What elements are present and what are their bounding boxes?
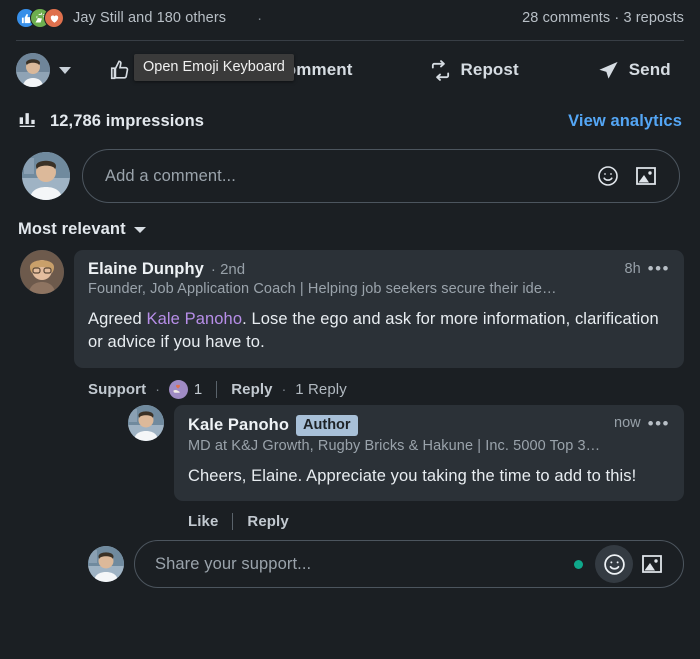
reply-more-options-icon[interactable]: ••• <box>648 415 670 432</box>
support-reaction-icon <box>168 379 188 399</box>
author-badge: Author <box>296 414 358 436</box>
comment-action-divider <box>216 380 218 398</box>
send-button-label: Send <box>628 60 671 79</box>
comment-author-headline: Founder, Job Application Coach | Helping… <box>88 281 557 297</box>
reply-timestamp: now <box>614 415 641 432</box>
send-paper-plane-icon <box>597 59 620 82</box>
comment-item: Elaine Dunphy · 2nd 8h ••• Founder, Job … <box>0 247 700 531</box>
add-comment-box[interactable]: Add a comment... <box>82 149 680 203</box>
impressions-left: 12,786 impressions <box>18 109 204 134</box>
current-user-avatar[interactable] <box>16 53 50 87</box>
comment-text-before: Agreed <box>88 310 147 328</box>
reply-author-name[interactable]: Kale Panoho <box>188 416 289 435</box>
comment-author-degree: · 2nd <box>210 261 246 278</box>
reactors-text[interactable]: Jay Still and 180 others <box>73 10 226 26</box>
comment-mention[interactable]: Kale Panoho <box>147 310 243 328</box>
reply-meta: now ••• <box>614 415 670 432</box>
reply-composer-row: Share your support... <box>0 530 700 600</box>
reply-emoji-button[interactable] <box>595 545 633 584</box>
reply-input-box[interactable]: Share your support... <box>134 540 684 589</box>
comment-sort-row: Most relevant <box>0 211 700 247</box>
composer-user-avatar[interactable] <box>22 152 70 200</box>
reply-author-avatar[interactable] <box>128 404 164 441</box>
comment-action-dot: · <box>155 381 160 398</box>
reply-action-divider <box>232 513 234 531</box>
reply-composer-avatar[interactable] <box>88 546 124 583</box>
reply-item: Kale Panoho Author now ••• MD at K&J Gro… <box>128 404 684 531</box>
sort-dropdown-button[interactable]: Most relevant <box>18 220 146 239</box>
reply-thread: Kale Panoho Author now ••• MD at K&J Gro… <box>74 404 684 531</box>
reaction-icon-stack[interactable] <box>16 8 64 28</box>
bar-chart-icon <box>18 109 38 134</box>
comment-reply-button[interactable]: Reply <box>231 381 272 398</box>
impressions-row: 12,786 impressions View analytics <box>0 99 700 143</box>
reply-body: Kale Panoho Author now ••• MD at K&J Gro… <box>174 404 684 531</box>
comment-timestamp: 8h <box>624 260 641 277</box>
emoji-keyboard-tooltip: Open Emoji Keyboard <box>134 54 294 81</box>
impressions-count: 12,786 impressions <box>50 111 205 130</box>
comment-actions: Support · 1 Reply · 1 Reply <box>74 368 684 399</box>
comment-reply-dot: · <box>281 381 287 398</box>
repost-button-label: Repost <box>460 60 519 79</box>
comment-body: Elaine Dunphy · 2nd 8h ••• Founder, Job … <box>74 250 684 531</box>
comment-author-avatar[interactable] <box>20 250 64 294</box>
sort-dropdown-label: Most relevant <box>18 220 126 238</box>
reply-actions: Like Reply <box>174 501 684 531</box>
repost-icon <box>429 59 452 82</box>
comment-reaction-count-button[interactable]: 1 <box>168 379 203 399</box>
add-comment-placeholder[interactable]: Add a comment... <box>105 167 589 186</box>
comment-header: Elaine Dunphy · 2nd 8h ••• <box>88 260 670 279</box>
reply-input-placeholder[interactable]: Share your support... <box>155 555 574 574</box>
view-analytics-link[interactable]: View analytics <box>568 112 682 131</box>
reply-like-button[interactable]: Like <box>188 513 218 530</box>
social-proof-left: Jay Still and 180 others · <box>16 8 262 28</box>
comment-reaction-count: 1 <box>193 380 203 398</box>
thumbs-up-icon <box>109 59 131 81</box>
reply-author-line: Kale Panoho Author <box>188 414 358 436</box>
reply-header: Kale Panoho Author now ••• <box>188 414 670 436</box>
social-proof-row: Jay Still and 180 others · 28 comments ·… <box>0 0 700 40</box>
comment-meta: 8h ••• <box>625 260 671 277</box>
comments-reposts-stats[interactable]: 28 comments · 3 reposts <box>522 10 684 26</box>
reaction-picker-chevron-down-icon[interactable] <box>59 66 71 74</box>
comment-composer-row: Add a comment... <box>0 143 700 211</box>
chevron-down-icon <box>133 226 146 233</box>
comment-reply-count-link[interactable]: 1 Reply <box>295 381 347 398</box>
comment-author-name[interactable]: Elaine Dunphy <box>88 260 204 279</box>
reply-image-button[interactable] <box>633 545 671 583</box>
reply-bubble: Kale Panoho Author now ••• MD at K&J Gro… <box>174 404 684 502</box>
social-separator-dot: · <box>257 9 263 27</box>
comment-bubble: Elaine Dunphy · 2nd 8h ••• Founder, Job … <box>74 250 684 368</box>
reply-text: Cheers, Elaine. Appreciate you taking th… <box>188 466 637 485</box>
repost-button[interactable]: Repost <box>421 53 527 88</box>
comment-author-line: Elaine Dunphy · 2nd <box>88 260 245 279</box>
comment-support-button[interactable]: Support <box>88 381 146 398</box>
composer-image-button[interactable] <box>627 157 665 195</box>
send-button[interactable]: Send <box>589 53 679 88</box>
post-action-bar: Like Comment Repost Send Open Emoji <box>0 41 700 99</box>
reply-reply-button[interactable]: Reply <box>247 513 288 530</box>
composer-emoji-button[interactable] <box>589 157 627 195</box>
love-reaction-icon <box>44 8 64 28</box>
comment-text: Agreed Kale Panoho. Lose the ego and ask… <box>88 308 670 355</box>
comment-more-options-icon[interactable]: ••• <box>648 260 670 277</box>
online-status-dot <box>574 559 583 569</box>
reply-author-headline: MD at K&J Growth, Rugby Bricks & Hakune … <box>188 437 601 454</box>
